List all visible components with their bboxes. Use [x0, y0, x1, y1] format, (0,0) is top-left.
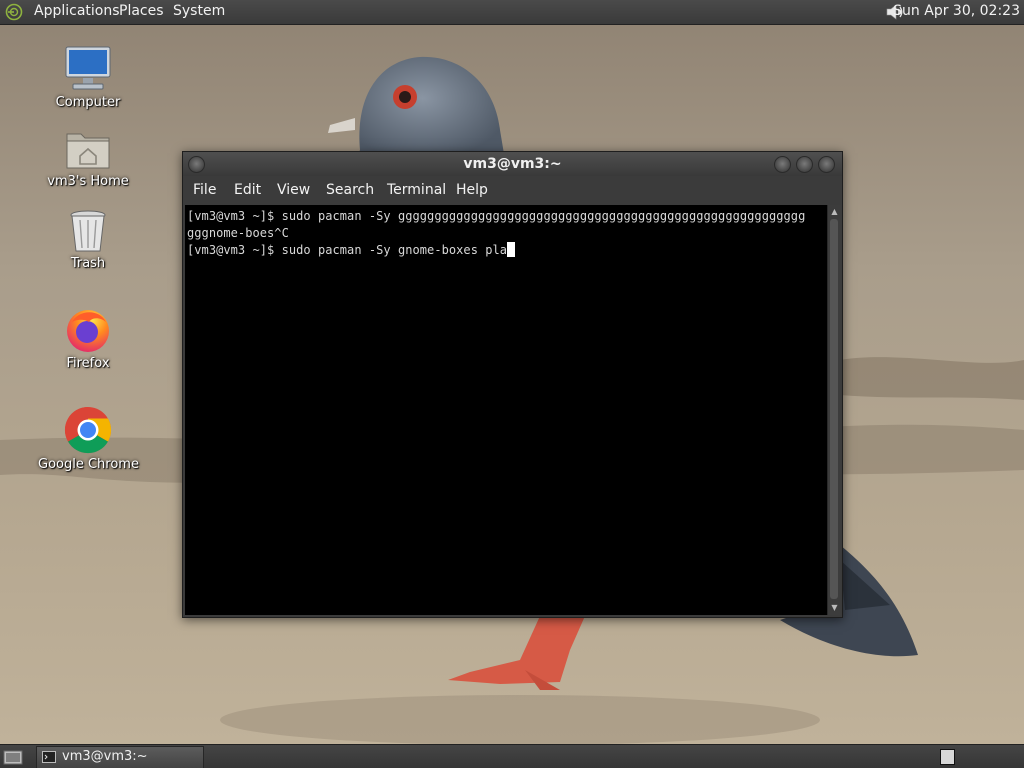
desktop-icon-label: vm3's Home	[47, 174, 129, 189]
terminal-line: [vm3@vm3 ~]$ sudo pacman -Sy ggggggggggg…	[187, 209, 806, 223]
desktop-icon-label: Google Chrome	[38, 457, 139, 472]
maximize-button[interactable]	[796, 156, 813, 173]
workspace-switcher[interactable]	[940, 749, 955, 765]
scroll-up-arrow-icon[interactable]: ▲	[829, 206, 840, 217]
chrome-icon	[64, 406, 112, 454]
terminal-scrollbar[interactable]: ▲ ▼	[827, 205, 841, 615]
terminal-line: gggnome-boes^C	[187, 226, 289, 240]
window-title: vm3@vm3:~	[463, 156, 562, 172]
text-cursor	[507, 242, 516, 257]
terminal-prompt-line: [vm3@vm3 ~]$ sudo pacman -Sy gnome-boxes…	[187, 242, 827, 259]
menu-system[interactable]: System	[173, 3, 225, 20]
scroll-down-arrow-icon[interactable]: ▼	[829, 602, 840, 613]
menu-applications[interactable]: Applications	[34, 3, 120, 20]
scrollbar-thumb[interactable]	[830, 219, 838, 599]
taskbar-window-button[interactable]: vm3@vm3:~	[36, 746, 204, 768]
menu-help[interactable]: Help	[456, 182, 488, 198]
bottom-panel: vm3@vm3:~	[0, 744, 1024, 768]
desktop-icon-computer[interactable]: Computer	[38, 45, 138, 110]
terminal-output[interactable]: [vm3@vm3 ~]$ sudo pacman -Sy ggggggggggg…	[185, 205, 827, 615]
desktop-icon-chrome[interactable]: Google Chrome	[38, 405, 139, 472]
desktop-icon-home[interactable]: vm3's Home	[38, 128, 138, 189]
desktop-icon-label: Computer	[55, 95, 121, 110]
menu-terminal[interactable]: Terminal	[387, 182, 446, 198]
close-button[interactable]	[818, 156, 835, 173]
terminal-line: [vm3@vm3 ~]$ sudo pacman -Sy gnome-boxes…	[187, 243, 508, 257]
terminal-menubar: File Edit View Search Terminal Help	[183, 176, 842, 204]
trash-icon	[70, 210, 106, 252]
clock[interactable]: Sun Apr 30, 02:23	[893, 3, 1020, 20]
home-folder-icon	[66, 133, 110, 169]
menu-view[interactable]: View	[277, 182, 310, 198]
desktop-icon-label: Firefox	[66, 356, 110, 371]
terminal-icon	[42, 751, 56, 763]
firefox-icon	[67, 310, 109, 352]
menu-edit[interactable]: Edit	[234, 182, 261, 198]
menu-search[interactable]: Search	[326, 182, 374, 198]
menu-places[interactable]: Places	[119, 3, 164, 20]
desktop-icon-label: Trash	[70, 256, 106, 271]
minimize-button[interactable]	[774, 156, 791, 173]
computer-icon	[65, 46, 111, 90]
desktop-icon-trash[interactable]: Trash	[38, 208, 138, 271]
terminal-window[interactable]: vm3@vm3:~ File Edit View Search Terminal…	[182, 151, 843, 618]
desktop-screen: Applications Places System Sun Apr 30, 0…	[0, 0, 1024, 768]
desktop-icon-firefox[interactable]: Firefox	[38, 306, 138, 371]
show-desktop-icon[interactable]	[3, 748, 23, 766]
taskbar-window-label: vm3@vm3:~	[62, 749, 148, 764]
window-titlebar[interactable]: vm3@vm3:~	[183, 152, 842, 176]
terminal-text: [vm3@vm3 ~]$ sudo pacman -Sy ggggggggggg…	[187, 208, 827, 259]
top-panel: Applications Places System Sun Apr 30, 0…	[0, 0, 1024, 25]
distro-logo-icon[interactable]	[5, 3, 23, 21]
menu-file[interactable]: File	[193, 182, 216, 198]
